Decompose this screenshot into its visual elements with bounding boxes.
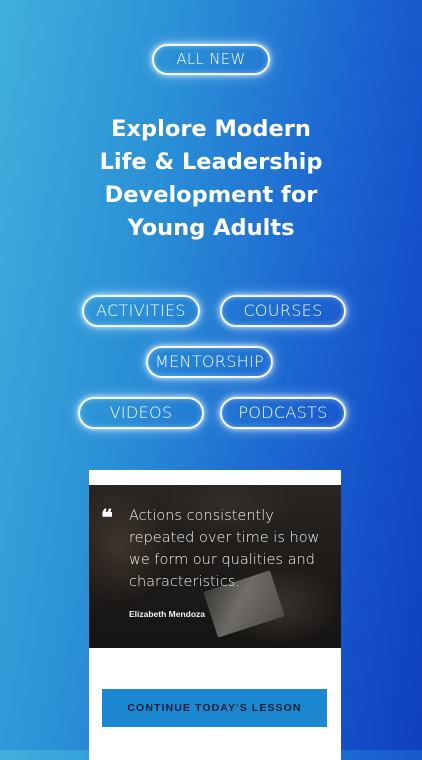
quote-photo: ❝ Actions consistently repeated over tim…	[89, 485, 341, 648]
headline-line-3: Development for	[104, 182, 318, 208]
podcasts-chip[interactable]: PODCASTS	[220, 397, 346, 429]
mentorship-chip[interactable]: MENTORSHIP	[146, 346, 273, 378]
quote-mark-icon: ❝	[101, 505, 113, 531]
headline-line-1: Explore Modern	[111, 116, 311, 142]
headline: Explore Modern Life & Leadership Develop…	[0, 113, 422, 245]
continue-lesson-button[interactable]: CONTINUE TODAY'S LESSON	[102, 689, 327, 727]
videos-chip[interactable]: VIDEOS	[78, 397, 204, 429]
quote-author: Elizabeth Mendoza	[129, 609, 206, 619]
lesson-card: ❝ Actions consistently repeated over tim…	[89, 470, 341, 760]
all-new-badge: ALL NEW	[152, 44, 270, 75]
courses-chip[interactable]: COURSES	[220, 295, 346, 327]
headline-line-2: Life & Leadership	[99, 149, 323, 175]
headline-line-4: Young Adults	[127, 215, 295, 241]
activities-chip[interactable]: ACTIVITIES	[82, 295, 200, 327]
quote-text: Actions consistently repeated over time …	[129, 508, 320, 590]
